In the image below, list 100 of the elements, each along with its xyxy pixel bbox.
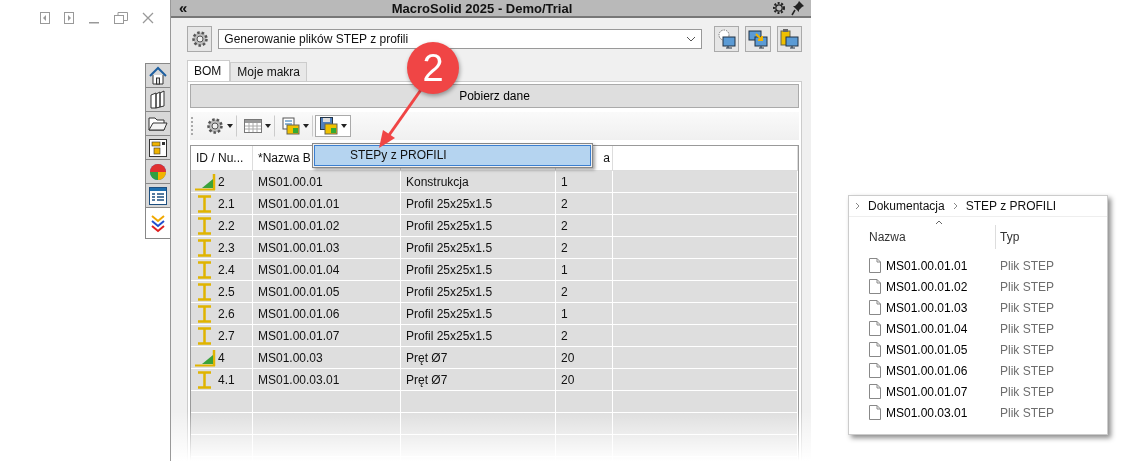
file-icon <box>869 384 881 399</box>
side-tab[interactable] <box>145 183 170 208</box>
table-cell: MS01.00.03.01 <box>253 369 401 390</box>
settings-icon[interactable] <box>771 0 787 16</box>
pin-icon[interactable] <box>791 0 805 16</box>
document-export-icon <box>281 116 301 136</box>
table-cell: 2.5 <box>191 281 253 302</box>
tab[interactable]: Moje makra <box>230 62 308 81</box>
forward-icon[interactable] <box>64 12 74 24</box>
file-type: Plik STEP <box>999 279 1054 294</box>
table-cell: MS01.00.01 <box>253 171 401 192</box>
table-cell: 2.4 <box>191 259 253 280</box>
side-tab[interactable] <box>145 87 170 112</box>
table-cell: 2 <box>556 237 613 258</box>
table-cell: 2 <box>556 281 613 302</box>
tab[interactable]: BOM <box>187 60 231 81</box>
file-item[interactable]: MS01.00.01.05 <box>849 342 995 357</box>
gear-icon <box>205 116 225 136</box>
file-icon <box>869 258 881 273</box>
side-tab[interactable] <box>145 135 170 160</box>
table-cell: Profil 25x25x1.5 <box>401 215 556 236</box>
layout-icon <box>148 137 168 158</box>
file-item[interactable]: MS01.00.01.01 <box>849 258 995 273</box>
column-header-label: Nazwa <box>869 230 906 244</box>
file-type: Plik STEP <box>999 342 1054 357</box>
file-item[interactable]: MS01.00.01.04 <box>849 321 995 336</box>
file-item[interactable]: MS01.00.01.07 <box>849 384 995 399</box>
fetch-data-button[interactable]: Pobierz dane <box>190 84 799 108</box>
collapse-button[interactable]: « <box>179 1 193 15</box>
save-dropdown-button[interactable] <box>315 115 351 137</box>
menu-item[interactable]: STEPy z PROFILI <box>314 145 591 166</box>
column-header[interactable]: Nazwa <box>849 230 995 244</box>
side-tab[interactable] <box>145 63 170 88</box>
monitor-arrow-button[interactable] <box>745 26 771 52</box>
table-cell: MS01.00.01.05 <box>253 281 401 302</box>
table-cell: 2.7 <box>191 325 253 346</box>
table-cell: Profil 25x25x1.5 <box>401 303 556 324</box>
restore-icon[interactable] <box>114 12 128 24</box>
file-item[interactable]: MS01.00.01.02 <box>849 279 995 294</box>
caret-icon <box>341 124 347 128</box>
file-type: Plik STEP <box>999 363 1054 378</box>
books-icon <box>148 89 168 110</box>
table-cell: MS01.00.01.06 <box>253 303 401 324</box>
file-type: Plik STEP <box>999 258 1054 273</box>
file-icon <box>869 342 881 357</box>
side-tab[interactable] <box>145 207 170 239</box>
table-cell: Profil 25x25x1.5 <box>401 325 556 346</box>
panel-title: MacroSolid 2025 - Demo/Trial <box>390 0 574 16</box>
table-cell: Pręt Ø7 <box>401 347 556 368</box>
table-cell: Profil 25x25x1.5 <box>401 281 556 302</box>
table-cell: 2 <box>556 193 613 214</box>
back-icon[interactable] <box>40 12 50 24</box>
table-cell: 2.6 <box>191 303 253 324</box>
column-header[interactable]: Typ <box>1000 230 1020 244</box>
floppy-export-icon <box>319 116 339 136</box>
assembly-icon <box>194 172 218 191</box>
table-cell: 2.2 <box>191 215 253 236</box>
assembly-icon <box>194 348 218 367</box>
file-item[interactable]: MS01.00.01.03 <box>849 300 995 315</box>
file-type: Plik STEP <box>999 405 1054 420</box>
table-cell: MS01.00.01.03 <box>253 237 401 258</box>
table-cell: 20 <box>556 369 613 390</box>
table-cell: MS01.00.03 <box>253 347 401 368</box>
table-cell: MS01.00.01.04 <box>253 259 401 280</box>
caret-icon <box>227 124 233 128</box>
file-icon <box>869 405 881 420</box>
file-icon <box>869 300 881 315</box>
macro-dropdown[interactable]: Generowanie plików STEP z profili <box>218 29 703 49</box>
table-cell: MS01.00.01.07 <box>253 325 401 346</box>
file-item[interactable]: MS01.00.03.01 <box>849 405 995 420</box>
settings-button[interactable] <box>187 26 213 52</box>
list-icon <box>148 185 168 206</box>
file-icon <box>869 363 881 378</box>
sort-caret-icon <box>935 220 943 225</box>
breadcrumb-item[interactable]: Dokumentacja <box>868 199 945 213</box>
table-cell: 2 <box>191 171 253 192</box>
table-cell: 1 <box>556 303 613 324</box>
file-icon <box>869 321 881 336</box>
table-cell: Profil 25x25x1.5 <box>401 259 556 280</box>
close-icon[interactable] <box>142 12 154 24</box>
table-cell: 1 <box>556 259 613 280</box>
table-cell: 2 <box>556 215 613 236</box>
file-item[interactable]: MS01.00.01.06 <box>849 363 995 378</box>
side-tab[interactable] <box>145 111 170 136</box>
chevron-down-icon <box>686 36 697 42</box>
table-cell: Konstrukcja <box>401 171 556 192</box>
file-type: Plik STEP <box>999 321 1054 336</box>
table-cell: 20 <box>556 347 613 368</box>
table-cell: 4 <box>191 347 253 368</box>
monitor-clipboard-button[interactable] <box>776 26 802 52</box>
column-header[interactable]: ID / Nu... <box>191 146 253 170</box>
table-cell: Pręt Ø7 <box>401 369 556 390</box>
breadcrumb-item[interactable]: STEP z PROFILI <box>965 199 1057 213</box>
table-cell: 4.1 <box>191 369 253 390</box>
table-cell: 2 <box>556 325 613 346</box>
file-type: Plik STEP <box>999 300 1054 315</box>
table-cell: MS01.00.01.01 <box>253 193 401 214</box>
caret-icon <box>265 124 271 128</box>
monitor-gear-button[interactable] <box>714 26 740 52</box>
chevron-right-icon <box>952 202 958 210</box>
